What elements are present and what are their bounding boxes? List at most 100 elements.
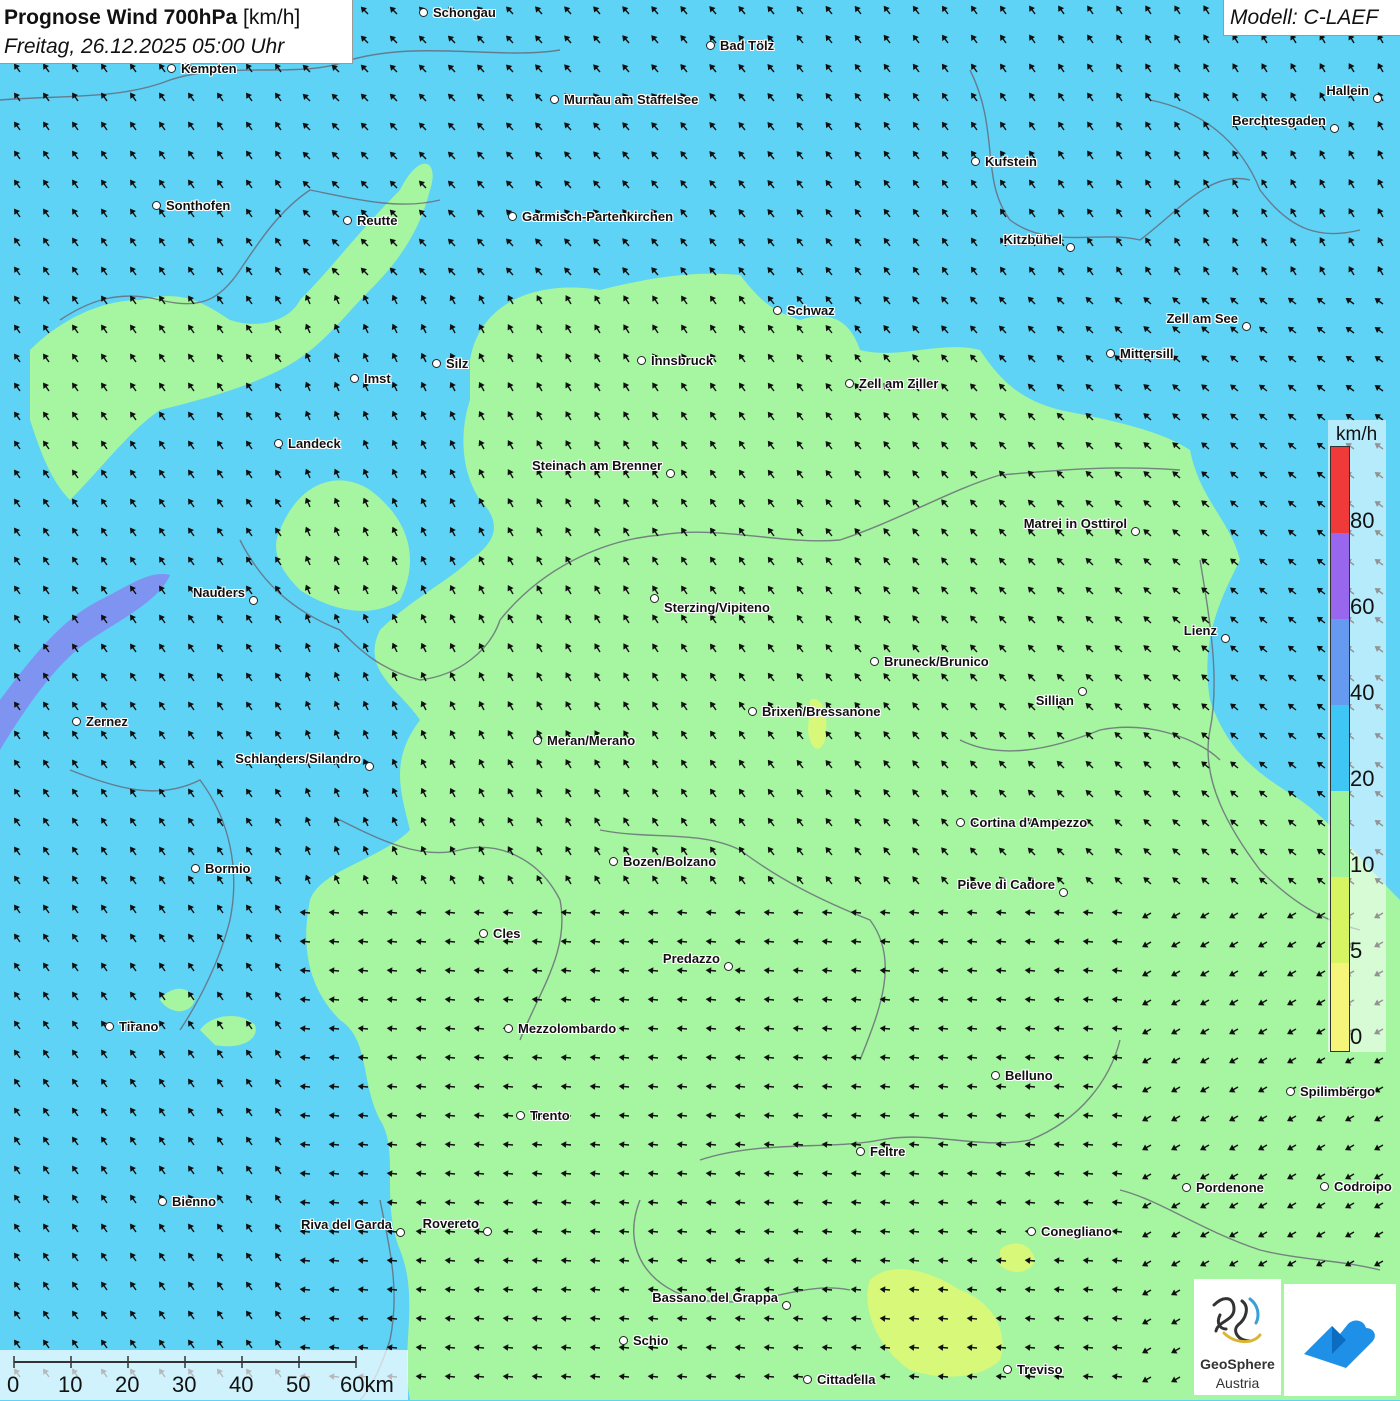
city-marker — [533, 736, 542, 745]
forecast-datetime: Freitag, 26.12.2025 05:00 Uhr — [4, 35, 285, 58]
geosphere-logo[interactable]: GeoSphere Austria — [1194, 1279, 1281, 1395]
city-marker — [1373, 94, 1382, 103]
city-marker — [748, 707, 757, 716]
legend-segment-0 — [1331, 963, 1349, 1051]
city-label: Schio — [633, 1333, 669, 1348]
map-title-main: Prognose Wind 700hPa — [4, 6, 238, 29]
city-label: Imst — [364, 371, 391, 386]
city-label: Schlanders/Silandro — [235, 751, 361, 766]
city-marker — [1131, 527, 1140, 536]
city-marker — [350, 374, 359, 383]
scale-bar-ruler — [13, 1356, 357, 1368]
legend-label-80: 80 — [1350, 508, 1375, 533]
city-label: Bruneck/Brunico — [884, 654, 989, 669]
city-marker — [432, 359, 441, 368]
city-label: Feltre — [870, 1144, 906, 1159]
city-label: Silz — [446, 356, 469, 371]
city-label: Brixen/Bressanone — [762, 704, 881, 719]
city-label: Bienno — [172, 1194, 217, 1209]
city-label: Rovereto — [422, 1216, 479, 1231]
city-label: Sillian — [1035, 693, 1074, 708]
city-label: Cles — [493, 926, 521, 941]
scale-label-30: 30 — [172, 1372, 197, 1397]
city-label: Codroipo — [1334, 1179, 1392, 1194]
city-marker — [803, 1375, 812, 1384]
scale-label-0: 0 — [7, 1372, 20, 1397]
city-marker — [666, 469, 675, 478]
city-label: Zernez — [86, 714, 128, 729]
legend-segment-20 — [1331, 705, 1349, 791]
city-marker — [191, 864, 200, 873]
city-marker — [1059, 888, 1068, 897]
city-marker — [1003, 1365, 1012, 1374]
legend-label-40: 40 — [1350, 680, 1375, 705]
city-label: Landeck — [288, 436, 341, 451]
city-label: Bad Tölz — [720, 38, 775, 53]
city-label: Conegliano — [1041, 1224, 1112, 1239]
city-marker — [249, 596, 258, 605]
city-marker — [619, 1336, 628, 1345]
city-marker — [550, 95, 559, 104]
city-marker — [479, 929, 488, 938]
model-panel: Modell: C-LAEF — [1223, 0, 1400, 36]
legend-label-10: 10 — [1350, 852, 1375, 877]
geosphere-sub: Austria — [1215, 1375, 1260, 1391]
city-marker — [1078, 687, 1087, 696]
city-marker — [1106, 349, 1115, 358]
city-label: Kempten — [181, 61, 237, 76]
scale-label-60km: 60km — [340, 1372, 394, 1397]
legend-segment-10 — [1331, 791, 1349, 877]
city-marker — [158, 1197, 167, 1206]
city-marker — [167, 64, 176, 73]
scale-label-50: 50 — [286, 1372, 311, 1397]
city-label: Steinach am Brenner — [531, 458, 662, 473]
city-marker — [152, 201, 161, 210]
scale-bar: 0 10 20 30 40 50 60km — [0, 1350, 408, 1400]
scale-label-20: 20 — [115, 1372, 140, 1397]
city-marker — [72, 717, 81, 726]
legend-unit: km/h — [1336, 424, 1378, 445]
city-marker — [508, 212, 517, 221]
city-label: Meran/Merano — [547, 733, 636, 748]
city-label: Kitzbühel — [1003, 232, 1063, 247]
geosphere-emblem-icon — [1212, 1297, 1262, 1343]
legend-segment-5 — [1331, 877, 1349, 963]
city-label: Lienz — [1183, 623, 1217, 638]
legend-segment-80 — [1331, 447, 1349, 533]
city-label: Sterzing/Vipiteno — [664, 600, 770, 615]
city-label: Berchtesgaden — [1232, 113, 1326, 128]
city-marker — [365, 762, 374, 771]
city-label: Riva del Garda — [300, 1217, 392, 1232]
city-label: Zell am See — [1166, 311, 1238, 326]
city-marker — [483, 1227, 492, 1236]
city-marker — [274, 439, 283, 448]
city-label: Bormio — [205, 861, 251, 876]
city-marker — [516, 1111, 525, 1120]
city-label: Garmisch-Partenkirchen — [522, 209, 674, 224]
city-marker — [650, 594, 659, 603]
city-label: Trento — [530, 1108, 570, 1123]
city-label: Innsbruck — [651, 353, 714, 368]
city-marker — [991, 1071, 1000, 1080]
city-label: Hallein — [1326, 83, 1369, 98]
city-label: Bozen/Bolzano — [623, 854, 717, 869]
city-marker — [845, 379, 854, 388]
city-marker — [419, 8, 428, 17]
city-marker — [504, 1024, 513, 1033]
city-label: Murnau am Staffelsee — [564, 92, 699, 107]
city-label: Kufstein — [985, 154, 1037, 169]
city-marker — [609, 857, 618, 866]
city-marker — [782, 1301, 791, 1310]
city-marker — [343, 216, 352, 225]
city-label: Spilimbergo — [1300, 1084, 1376, 1099]
color-legend: km/h 80 60 40 20 10 5 0 — [1328, 420, 1386, 1052]
title-panel: Prognose Wind 700hPa [km/h] Freitag, 26.… — [0, 0, 353, 64]
city-marker — [706, 41, 715, 50]
app-logo[interactable] — [1284, 1284, 1396, 1396]
map-title: Prognose Wind 700hPa [km/h] — [4, 6, 300, 30]
city-label: Schwaz — [787, 303, 835, 318]
city-label: Bassano del Grappa — [652, 1290, 778, 1305]
city-marker — [773, 306, 782, 315]
city-label: Zell am Ziller — [859, 376, 939, 391]
legend-label-20: 20 — [1350, 766, 1375, 791]
